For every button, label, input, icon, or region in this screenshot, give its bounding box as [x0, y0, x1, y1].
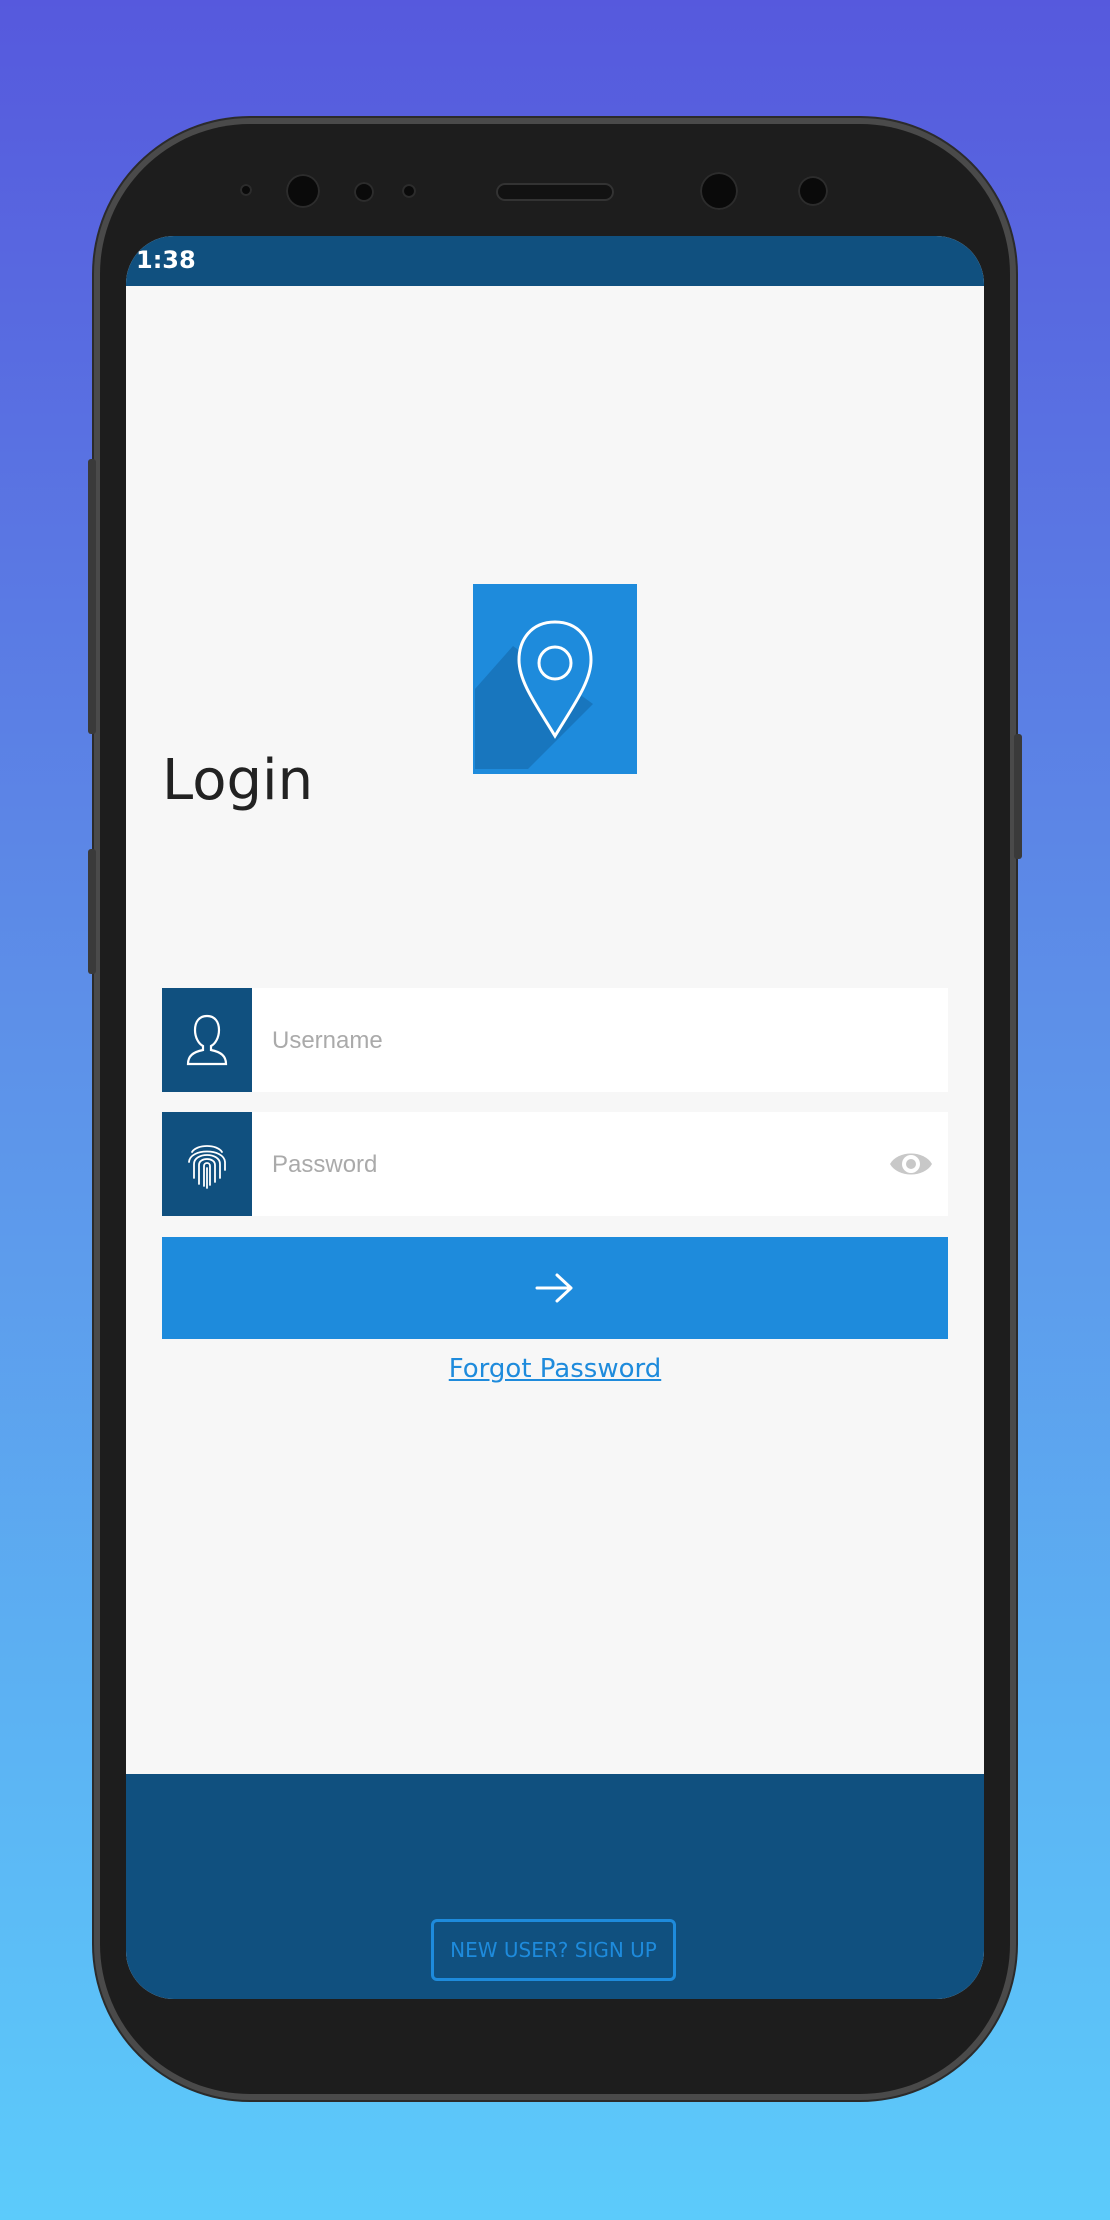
signup-button[interactable]: NEW USER? SIGN UP [431, 1919, 676, 1981]
power-button [1014, 734, 1022, 859]
volume-up-button [88, 459, 96, 734]
login-submit-button[interactable] [162, 1237, 948, 1339]
earpiece-speaker [496, 183, 614, 201]
front-camera [286, 174, 320, 208]
status-time: 1:38 [136, 246, 196, 274]
username-input[interactable] [270, 988, 874, 1094]
app-logo [473, 584, 637, 774]
sensor-dot [354, 182, 374, 202]
eye-icon[interactable] [888, 1144, 934, 1184]
sensor-dot [402, 184, 416, 198]
username-field [162, 988, 948, 1094]
status-bar: 1:38 [126, 236, 984, 286]
fingerprint-icon [162, 1112, 252, 1216]
forgot-password-link[interactable]: Forgot Password [126, 1354, 984, 1384]
user-icon [162, 988, 252, 1092]
phone-top-hardware [100, 124, 1010, 254]
password-field [162, 1112, 948, 1218]
password-input[interactable] [270, 1112, 874, 1218]
volume-down-button [88, 849, 96, 974]
app-screen: 1:38 Login Username Forgot Password NEW … [126, 236, 984, 1999]
front-camera-2 [700, 172, 738, 210]
sensor-dot [240, 184, 252, 196]
arrow-right-icon [535, 1273, 573, 1303]
login-title: Login [162, 748, 314, 813]
sensor-dot [798, 176, 828, 206]
location-pin-icon [475, 620, 593, 769]
phone-frame: 1:38 Login Username Forgot Password NEW … [88, 124, 1022, 2094]
